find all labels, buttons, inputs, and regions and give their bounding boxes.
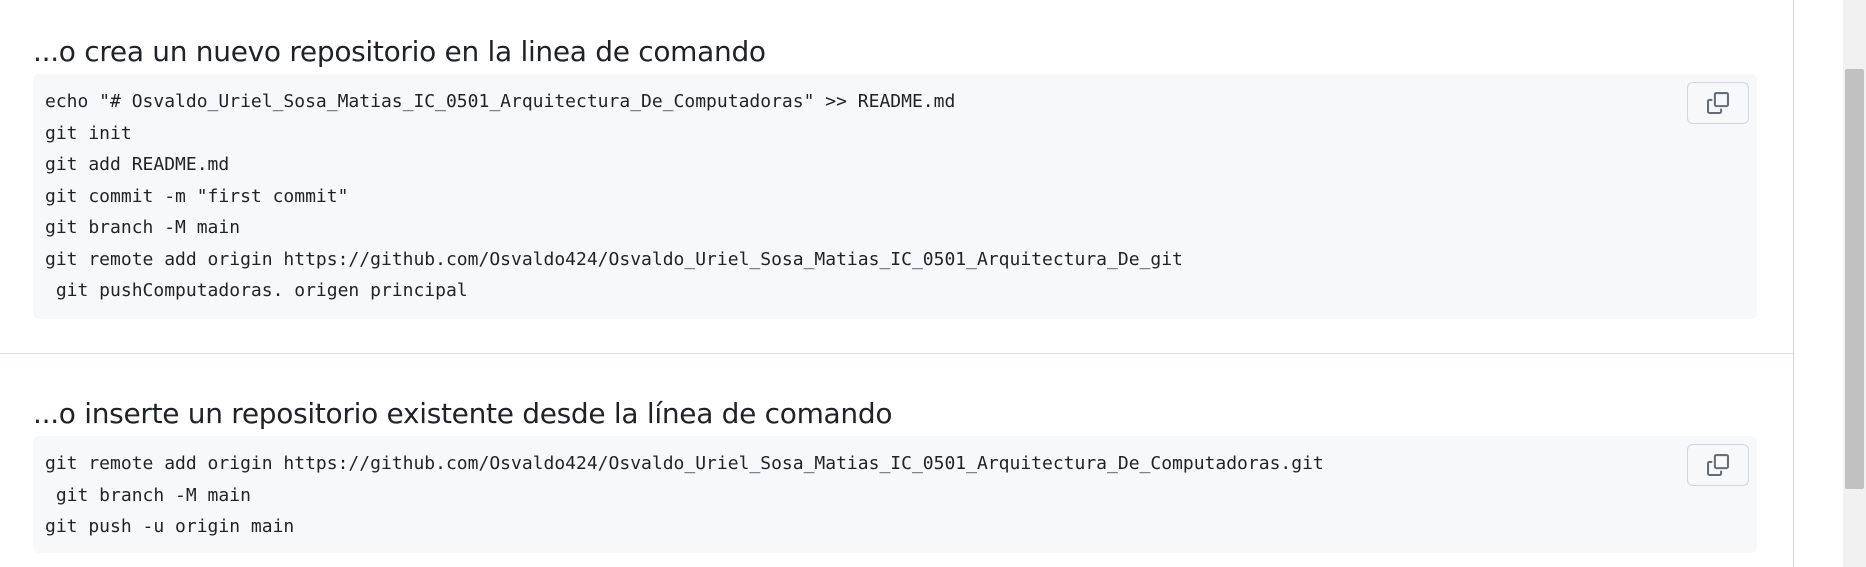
copy-icon (1707, 454, 1729, 476)
new-repo-section: ...o crea un nuevo repositorio en la lin… (33, 34, 1757, 319)
section-divider (0, 353, 1793, 354)
main-content: ...o crea un nuevo repositorio en la lin… (0, 0, 1794, 567)
copy-icon (1707, 92, 1729, 114)
section-heading-new-repo: ...o crea un nuevo repositorio en la lin… (33, 35, 766, 68)
scrollbar-thumb[interactable] (1845, 69, 1864, 489)
code-block-existing-repo: git remote add origin https://github.com… (33, 436, 1757, 553)
code-text-existing-repo[interactable]: git remote add origin https://github.com… (33, 436, 1757, 543)
page: ...o crea un nuevo repositorio en la lin… (0, 0, 1866, 567)
copy-button-new-repo[interactable] (1687, 82, 1749, 124)
code-block-new-repo: echo "# Osvaldo_Uriel_Sosa_Matias_IC_050… (33, 74, 1757, 319)
existing-repo-section: ...o inserte un repositorio existente de… (33, 396, 1757, 553)
copy-button-existing-repo[interactable] (1687, 444, 1749, 486)
section-heading-existing-repo: ...o inserte un repositorio existente de… (33, 397, 893, 430)
code-text-new-repo[interactable]: echo "# Osvaldo_Uriel_Sosa_Matias_IC_050… (33, 74, 1757, 307)
